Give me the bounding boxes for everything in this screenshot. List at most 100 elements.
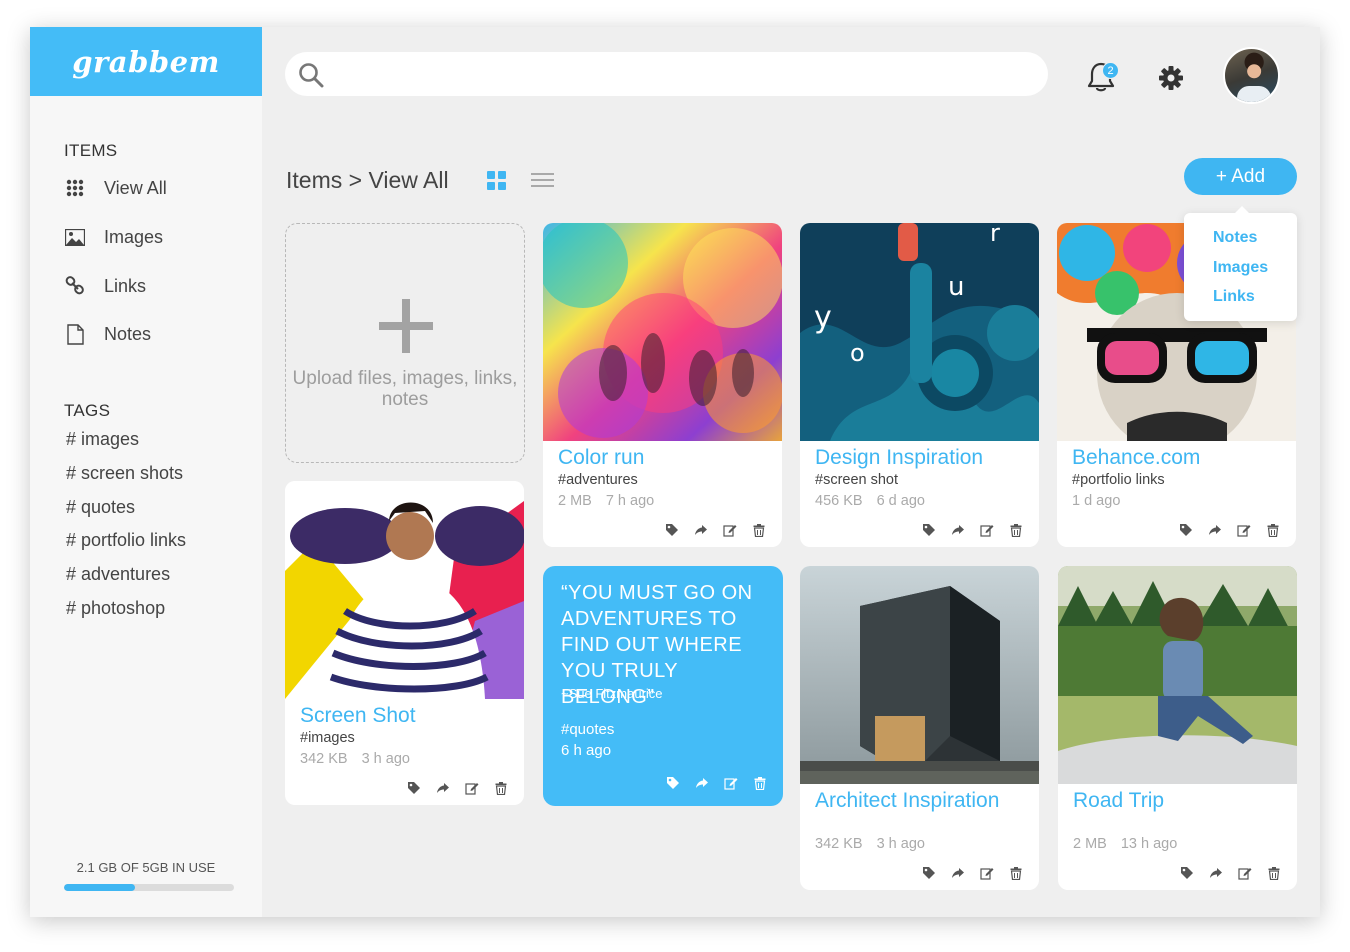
card-meta: 342 KB 3 h ago bbox=[815, 836, 925, 852]
trash-icon[interactable] bbox=[1009, 866, 1023, 880]
sidebar-item-label: Images bbox=[104, 226, 164, 247]
item-card[interactable]: Color run #adventures 2 MB 7 h ago bbox=[543, 223, 782, 547]
trash-icon[interactable] bbox=[752, 523, 766, 537]
card-image bbox=[1058, 566, 1297, 784]
search-bar[interactable] bbox=[285, 52, 1048, 96]
search-input[interactable] bbox=[335, 60, 1025, 88]
storage-label: 2.1 GB OF 5GB IN USE bbox=[76, 860, 216, 875]
card-title[interactable]: Architect Inspiration bbox=[815, 789, 999, 813]
card-title[interactable]: Design Inspiration bbox=[815, 446, 983, 470]
tag-item[interactable]: # photoshop bbox=[66, 598, 165, 619]
tags-heading: TAGS bbox=[64, 401, 111, 420]
sidebar-item-links[interactable]: Links bbox=[64, 271, 146, 301]
grid-dots-icon bbox=[64, 177, 86, 199]
tag-icon[interactable] bbox=[666, 776, 680, 790]
trash-icon[interactable] bbox=[1266, 523, 1280, 537]
trash-icon[interactable] bbox=[494, 781, 508, 795]
gear-icon bbox=[1158, 66, 1184, 95]
notification-badge: 2 bbox=[1102, 62, 1119, 79]
svg-text:y: y bbox=[814, 300, 832, 335]
svg-text:u: u bbox=[948, 272, 964, 302]
image-icon bbox=[64, 226, 86, 248]
card-time: 7 h ago bbox=[605, 493, 655, 509]
tag-icon[interactable] bbox=[1179, 523, 1193, 537]
settings-button[interactable] bbox=[1158, 65, 1184, 96]
avatar[interactable] bbox=[1223, 47, 1280, 104]
card-actions bbox=[666, 776, 767, 790]
card-meta: 456 KB 6 d ago bbox=[815, 493, 925, 509]
card-image: y o u r bbox=[800, 223, 1039, 441]
plus-icon bbox=[379, 299, 433, 358]
quote-tag: #quotes bbox=[561, 721, 615, 738]
card-title[interactable]: Screen Shot bbox=[300, 704, 416, 728]
edit-icon[interactable] bbox=[723, 523, 737, 537]
trash-icon[interactable] bbox=[753, 776, 767, 790]
tag-item[interactable]: # portfolio links bbox=[66, 530, 186, 551]
link-icon bbox=[64, 275, 86, 297]
document-icon bbox=[64, 323, 86, 345]
trash-icon[interactable] bbox=[1009, 523, 1023, 537]
tag-item[interactable]: # quotes bbox=[66, 497, 135, 518]
sidebar-item-view-all[interactable]: View All bbox=[64, 173, 167, 203]
tag-icon[interactable] bbox=[407, 781, 421, 795]
add-menu-images[interactable]: Images bbox=[1213, 259, 1268, 277]
edit-icon[interactable] bbox=[1237, 523, 1251, 537]
card-size: 456 KB bbox=[815, 493, 863, 509]
edit-icon[interactable] bbox=[980, 523, 994, 537]
sidebar: grabbem ITEMS View All Images Links Note… bbox=[30, 27, 262, 917]
sidebar-item-label: Notes bbox=[104, 323, 152, 344]
share-icon[interactable] bbox=[436, 781, 450, 795]
card-time: 3 h ago bbox=[876, 836, 925, 852]
add-menu-notes[interactable]: Notes bbox=[1213, 229, 1257, 247]
edit-icon[interactable] bbox=[980, 866, 994, 880]
card-title[interactable]: Behance.com bbox=[1072, 446, 1200, 470]
quote-card[interactable]: “YOU MUST GO ON ADVENTURES TO FIND OUT W… bbox=[543, 566, 783, 806]
item-card[interactable]: Road Trip 2 MB 13 h ago bbox=[1058, 566, 1297, 890]
card-tag: #screen shot bbox=[815, 472, 899, 488]
bell-icon bbox=[1086, 62, 1116, 97]
share-icon[interactable] bbox=[1209, 866, 1223, 880]
tag-item[interactable]: # adventures bbox=[66, 564, 170, 585]
share-icon[interactable] bbox=[951, 523, 965, 537]
card-title[interactable]: Road Trip bbox=[1073, 789, 1164, 813]
share-icon[interactable] bbox=[694, 523, 708, 537]
tag-icon[interactable] bbox=[922, 866, 936, 880]
tag-icon[interactable] bbox=[922, 523, 936, 537]
list-view-icon[interactable] bbox=[531, 173, 554, 187]
card-image bbox=[285, 481, 524, 699]
card-time: 13 h ago bbox=[1120, 836, 1178, 852]
upload-text: Upload files, images, links, notes bbox=[292, 368, 518, 410]
tag-icon[interactable] bbox=[1180, 866, 1194, 880]
app-logo[interactable]: grabbem bbox=[30, 27, 262, 96]
upload-dropzone[interactable]: Upload files, images, links, notes bbox=[285, 223, 525, 463]
edit-icon[interactable] bbox=[465, 781, 479, 795]
card-actions bbox=[1180, 866, 1281, 880]
item-card[interactable]: y o u r Design Inspiration #screen shot … bbox=[800, 223, 1039, 547]
sidebar-item-notes[interactable]: Notes bbox=[64, 319, 151, 349]
card-tag: #images bbox=[300, 730, 355, 746]
item-card[interactable]: Screen Shot #images 342 KB 3 h ago bbox=[285, 481, 524, 805]
share-icon[interactable] bbox=[1208, 523, 1222, 537]
item-card[interactable]: Architect Inspiration 342 KB 3 h ago bbox=[800, 566, 1039, 890]
card-size: 342 KB bbox=[815, 836, 863, 852]
add-menu: Notes Images Links bbox=[1184, 206, 1297, 321]
grid-view-icon[interactable] bbox=[487, 171, 506, 190]
card-actions bbox=[407, 781, 508, 795]
edit-icon[interactable] bbox=[724, 776, 738, 790]
share-icon[interactable] bbox=[951, 866, 965, 880]
edit-icon[interactable] bbox=[1238, 866, 1252, 880]
tag-item[interactable]: # screen shots bbox=[66, 463, 183, 484]
card-title[interactable]: Color run bbox=[558, 446, 644, 470]
share-icon[interactable] bbox=[695, 776, 709, 790]
tag-item[interactable]: # images bbox=[66, 429, 139, 450]
card-image bbox=[543, 223, 782, 441]
card-tag: #portfolio links bbox=[1072, 472, 1165, 488]
card-time: 3 h ago bbox=[361, 751, 410, 767]
add-menu-links[interactable]: Links bbox=[1213, 288, 1255, 306]
search-icon[interactable] bbox=[298, 62, 324, 93]
quote-time: 6 h ago bbox=[561, 742, 612, 759]
tag-icon[interactable] bbox=[665, 523, 679, 537]
add-button[interactable]: + Add bbox=[1184, 158, 1297, 195]
trash-icon[interactable] bbox=[1267, 866, 1281, 880]
sidebar-item-images[interactable]: Images bbox=[64, 222, 163, 252]
